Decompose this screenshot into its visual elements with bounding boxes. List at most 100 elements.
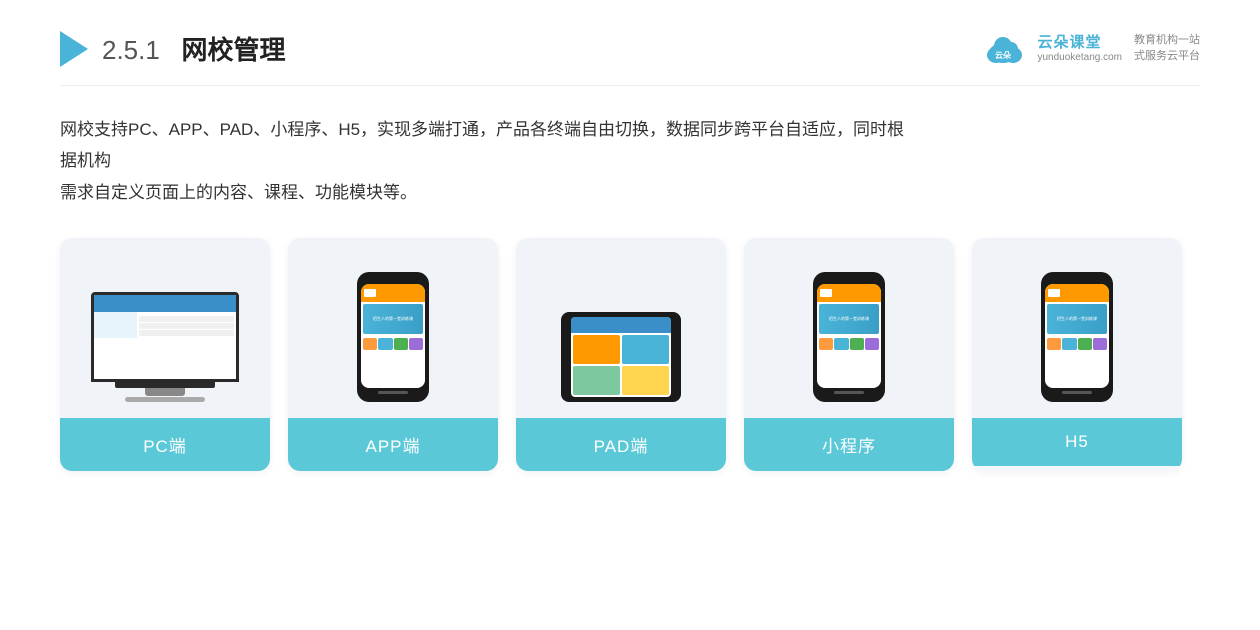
- h5-phone-screen: 招生人的第一堂训练课: [1045, 284, 1109, 388]
- h5-image-area: 招生人的第一堂训练课: [972, 238, 1182, 418]
- desc-line2: 需求自定义页面上的内容、课程、功能模块等。: [60, 177, 920, 208]
- miniprogram-logo: [820, 289, 832, 297]
- pad-cell-3: [573, 366, 620, 395]
- desc-line1: 网校支持PC、APP、PAD、小程序、H5，实现多端打通，产品各终端自由切换，数…: [60, 114, 920, 177]
- pad-card: PAD端: [516, 238, 726, 471]
- h5-icons-row: [1045, 336, 1109, 352]
- pad-topbar: [571, 317, 671, 333]
- h5-screen-content: 招生人的第一堂训练课: [1045, 284, 1109, 388]
- miniprogram-icon-1: [819, 338, 833, 350]
- miniprogram-phone-notch: [838, 278, 860, 283]
- pad-screen-inner: [571, 317, 671, 397]
- h5-phone-notch: [1066, 278, 1088, 283]
- pc-card: PC端: [60, 238, 270, 471]
- phone-body: 招生人的第一堂训练课: [357, 272, 429, 402]
- phone-icon-3: [394, 338, 408, 350]
- pc-label: PC端: [60, 418, 270, 471]
- page-title: 2.5.1 网校管理: [102, 30, 286, 67]
- pad-cell-1: [573, 335, 620, 364]
- brand-name: 云朵课堂: [1037, 34, 1101, 52]
- phone-logo: [364, 289, 376, 297]
- h5-phone-body: 招生人的第一堂训练课: [1041, 272, 1113, 402]
- pc-screen: [91, 292, 239, 382]
- miniprogram-banner-text: 招生人的第一堂训练课: [829, 316, 869, 322]
- miniprogram-screen-content: 招生人的第一堂训练课: [817, 284, 881, 388]
- app-image-area: 招生人的第一堂训练课: [288, 238, 498, 418]
- h5-icon-3: [1078, 338, 1092, 350]
- pc-main: [137, 312, 236, 338]
- h5-logo: [1048, 289, 1060, 297]
- miniprogram-phone-screen: 招生人的第一堂训练课: [817, 284, 881, 388]
- phone-banner: 招生人的第一堂训练课: [363, 304, 423, 334]
- miniprogram-icons-row: [817, 336, 881, 352]
- phone-icon-1: [363, 338, 377, 350]
- pad-screen: [571, 317, 671, 397]
- pc-sidebar: [94, 312, 137, 338]
- phone-home-bar: [378, 391, 408, 394]
- miniprogram-icon-2: [834, 338, 848, 350]
- phone-notch: [382, 278, 404, 283]
- pad-cell-4: [622, 366, 669, 395]
- miniprogram-icon-3: [850, 338, 864, 350]
- page-container: 2.5.1 网校管理 云朵 云朵课堂 yunduoketang.com 教育机构…: [0, 0, 1260, 630]
- pc-topbar: [94, 295, 236, 312]
- brand-text: 云朵课堂 yunduoketang.com: [1037, 34, 1122, 64]
- h5-icon-4: [1093, 338, 1107, 350]
- miniprogram-device-mock: 招生人的第一堂训练课: [813, 272, 885, 402]
- pc-foot: [125, 397, 205, 402]
- description-block: 网校支持PC、APP、PAD、小程序、H5，实现多端打通，产品各终端自由切换，数…: [60, 114, 920, 208]
- section-title: 网校管理: [182, 35, 286, 65]
- logo-triangle-icon: [60, 31, 88, 67]
- h5-label: H5: [972, 418, 1182, 466]
- pad-image-area: [516, 238, 726, 418]
- cloud-icon: 云朵: [983, 31, 1031, 67]
- svg-text:云朵: 云朵: [995, 50, 1011, 60]
- header-left: 2.5.1 网校管理: [60, 30, 286, 67]
- miniprogram-label: 小程序: [744, 418, 954, 471]
- phone-screen-content: 招生人的第一堂训练课: [361, 284, 425, 388]
- miniprogram-image-area: 招生人的第一堂训练课: [744, 238, 954, 418]
- pc-row: [139, 323, 234, 329]
- h5-home-bar: [1062, 391, 1092, 394]
- miniprogram-home-bar: [834, 391, 864, 394]
- pc-device-mock: [91, 292, 239, 402]
- pad-label: PAD端: [516, 418, 726, 471]
- pc-row: [139, 330, 234, 336]
- pc-content: [94, 312, 236, 338]
- miniprogram-topbar: [817, 284, 881, 302]
- app-device-mock: 招生人的第一堂训练课: [357, 272, 429, 402]
- app-card: 招生人的第一堂训练课: [288, 238, 498, 471]
- phone-topbar: [361, 284, 425, 302]
- device-cards-section: PC端 招生人的第一堂训练课: [60, 238, 1200, 471]
- phone-screen: 招生人的第一堂训练课: [361, 284, 425, 388]
- h5-device-mock: 招生人的第一堂训练课: [1041, 272, 1113, 402]
- pc-row: [139, 316, 234, 322]
- pc-image-area: [60, 238, 270, 418]
- brand-url: yunduoketang.com: [1037, 52, 1122, 64]
- brand-logo: 云朵 云朵课堂 yunduoketang.com 教育机构一站 式服务云平台: [983, 31, 1200, 67]
- pad-body: [561, 312, 681, 402]
- phone-icons-row: [361, 336, 425, 352]
- miniprogram-banner: 招生人的第一堂训练课: [819, 304, 879, 334]
- phone-icon-2: [378, 338, 392, 350]
- page-header: 2.5.1 网校管理 云朵 云朵课堂 yunduoketang.com 教育机构…: [60, 30, 1200, 86]
- h5-banner-text: 招生人的第一堂训练课: [1057, 316, 1097, 322]
- phone-banner-text: 招生人的第一堂训练课: [373, 316, 413, 322]
- app-label: APP端: [288, 418, 498, 471]
- miniprogram-card: 招生人的第一堂训练课: [744, 238, 954, 471]
- h5-icon-2: [1062, 338, 1076, 350]
- h5-icon-1: [1047, 338, 1061, 350]
- pad-cell-2: [622, 335, 669, 364]
- pad-device-mock: [561, 312, 681, 402]
- pc-stand: [145, 388, 185, 396]
- phone-icon-4: [409, 338, 423, 350]
- pad-content-grid: [571, 333, 671, 397]
- brand-slogan: 教育机构一站 式服务云平台: [1134, 33, 1200, 64]
- h5-banner: 招生人的第一堂训练课: [1047, 304, 1107, 334]
- section-number: 2.5.1: [102, 35, 160, 65]
- miniprogram-icon-4: [865, 338, 879, 350]
- h5-topbar: [1045, 284, 1109, 302]
- miniprogram-phone-body: 招生人的第一堂训练课: [813, 272, 885, 402]
- h5-card: 招生人的第一堂训练课: [972, 238, 1182, 471]
- pc-rows: [139, 316, 234, 336]
